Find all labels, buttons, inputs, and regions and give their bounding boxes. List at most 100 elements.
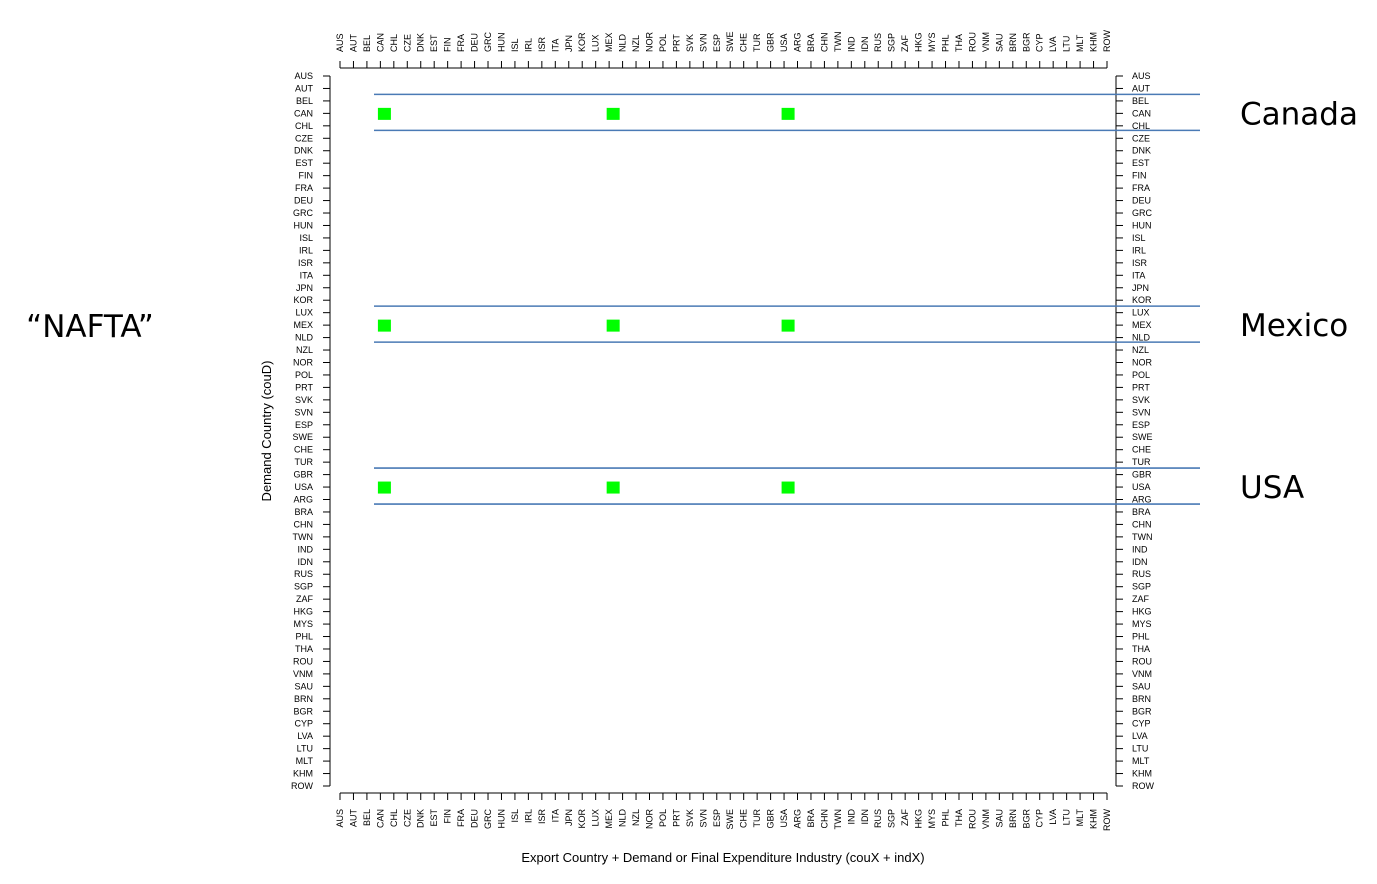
x-bottom-tick-label: KHM xyxy=(1089,809,1099,829)
y-left-tick-label: KHM xyxy=(293,769,313,779)
x-bottom-tick-label: MLT xyxy=(1075,809,1085,827)
x-bottom-tick-label: ESP xyxy=(712,809,722,827)
x-top-tick-label: SWE xyxy=(725,31,735,52)
x-top-tick-label: LTU xyxy=(1062,36,1072,52)
x-top-tick-label: BEL xyxy=(362,35,372,52)
x-top-tick-label: LUX xyxy=(591,34,601,52)
cell xyxy=(606,481,620,494)
y-left-tick-label: BGR xyxy=(293,706,313,716)
y-left-tick-label: ESP xyxy=(295,420,313,430)
x-top-tick-label: SGP xyxy=(887,33,897,52)
x-bottom-tick-label: LUX xyxy=(591,809,601,827)
y-right-tick-label: PHL xyxy=(1132,632,1150,642)
y-right-tick-label: SVN xyxy=(1132,407,1151,417)
y-right-tick-label: MYS xyxy=(1132,619,1152,629)
y-left-tick-label: ZAF xyxy=(296,594,314,604)
y-left-tick-label: BRA xyxy=(294,507,313,517)
y-left-tick-label: KOR xyxy=(293,295,313,305)
y-right-tick-label: AUS xyxy=(1132,71,1151,81)
y-left-tick-label: ITA xyxy=(300,270,313,280)
cell xyxy=(377,481,391,494)
y-right-tick-label: VNM xyxy=(1132,669,1152,679)
band-label: Mexico xyxy=(1240,308,1348,344)
band-labels: Canada Mexico USA xyxy=(1240,96,1358,506)
y-left-tick-label: LTU xyxy=(297,744,313,754)
y-left-tick-label: CHL xyxy=(295,121,313,131)
x-bottom-tick-label: EST xyxy=(429,809,439,827)
y-left-tick-label: ROU xyxy=(293,656,313,666)
y-left-tick-label: POL xyxy=(295,370,313,380)
y-right-tick-label: FIN xyxy=(1132,171,1147,181)
y-right-tick-label: BEL xyxy=(1132,96,1149,106)
y-axis-title: Demand Country (couD) xyxy=(259,361,274,502)
y-left-tick-label: SWE xyxy=(292,432,313,442)
y-right-tick-label: DEU xyxy=(1132,196,1151,206)
y-right-tick-label: NOR xyxy=(1132,357,1153,367)
x-bottom-tick-label: TWN xyxy=(833,809,843,830)
x-top-tick-label: VNM xyxy=(981,32,991,52)
x-top-tick-label: CHL xyxy=(389,34,399,52)
y-right-tick-label: JPN xyxy=(1132,283,1149,293)
x-top-tick-label: MLT xyxy=(1075,34,1085,52)
x-bottom-tick-label: KOR xyxy=(577,809,587,829)
x-top-tick-label: IDN xyxy=(860,37,870,53)
y-right-tick-label: BGR xyxy=(1132,706,1152,716)
x-top-tick-label: EST xyxy=(429,34,439,52)
y-left-tick-label: USA xyxy=(294,482,313,492)
y-left-tick-label: MLT xyxy=(296,756,314,766)
y-left-tick-label: MYS xyxy=(293,619,313,629)
x-bottom-tick-label: CHE xyxy=(739,809,749,828)
cell xyxy=(377,107,391,120)
x-top-tick-label: SVK xyxy=(685,34,695,52)
y-left-tick-label: MEX xyxy=(293,320,313,330)
y-right-tick-label: ISL xyxy=(1132,233,1146,243)
x-bottom-tick-label: ISR xyxy=(537,809,547,825)
y-right-tick-label: SWE xyxy=(1132,432,1153,442)
x-axis-title: Export Country + Demand or Final Expendi… xyxy=(521,850,924,865)
x-bottom-tick-label: VNM xyxy=(981,809,991,829)
x-bottom-tick-label: NOR xyxy=(644,809,654,830)
y-left-tick-label: SAU xyxy=(294,681,313,691)
x-top-tick-label: AUT xyxy=(348,33,358,52)
x-top-tick-label: AUS xyxy=(335,33,345,52)
x-bottom-tick-label: SGP xyxy=(887,809,897,828)
y-right-tick-label: ISR xyxy=(1132,258,1148,268)
x-bottom-tick-label: ARG xyxy=(793,809,803,829)
y-right-tick-label: CHE xyxy=(1132,445,1151,455)
x-bottom-tick-label: CYP xyxy=(1035,809,1045,828)
y-right-tick-label: SVK xyxy=(1132,395,1150,405)
x-bottom-tick-label: AUS xyxy=(335,809,345,828)
y-right-tick-label: FRA xyxy=(1132,183,1150,193)
x-bottom-tick-label: SVN xyxy=(698,809,708,828)
x-top-tick-label: KOR xyxy=(577,32,587,52)
cell xyxy=(781,319,795,332)
x-bottom-tick-label: GRC xyxy=(483,809,493,830)
y-left-tick-label: NLD xyxy=(295,333,314,343)
band-label: Canada xyxy=(1240,96,1358,132)
y-left-tick-label: SVK xyxy=(295,395,313,405)
y-right-tick-label: HUN xyxy=(1132,220,1152,230)
x-bottom-tick-label: FRA xyxy=(456,809,466,827)
y-left-tick-label: ISR xyxy=(298,258,314,268)
y-left-tick-label: JPN xyxy=(296,283,313,293)
y-left-tick-label: CAN xyxy=(294,108,313,118)
y-right-tick-label: MLT xyxy=(1132,756,1150,766)
y-left-tick-label: FRA xyxy=(295,183,313,193)
x-bottom-tick-label: PRT xyxy=(671,809,681,827)
x-bottom-tick-label: NLD xyxy=(618,809,628,828)
x-top-tick-label: SVN xyxy=(698,33,708,52)
band-label: USA xyxy=(1240,470,1304,506)
x-top-tick-label: JPN xyxy=(564,35,574,52)
y-left-tick-label: DEU xyxy=(294,196,313,206)
y-right-tick-label: BRA xyxy=(1132,507,1151,517)
x-top-tick-label: CZE xyxy=(402,34,412,52)
cell xyxy=(606,107,620,120)
x-bottom-tick-label: CHL xyxy=(389,809,399,827)
x-bottom-tick-label: HKG xyxy=(914,809,924,829)
y-right-tick-label: AUT xyxy=(1132,83,1151,93)
x-bottom-tick-label: ROW xyxy=(1102,809,1112,832)
x-bottom-tick-label: LTU xyxy=(1062,809,1072,825)
y-right-tick-label: RUS xyxy=(1132,569,1151,579)
x-bottom-tick-label: CZE xyxy=(402,809,412,827)
y-left-tick-label: NZL xyxy=(296,345,313,355)
